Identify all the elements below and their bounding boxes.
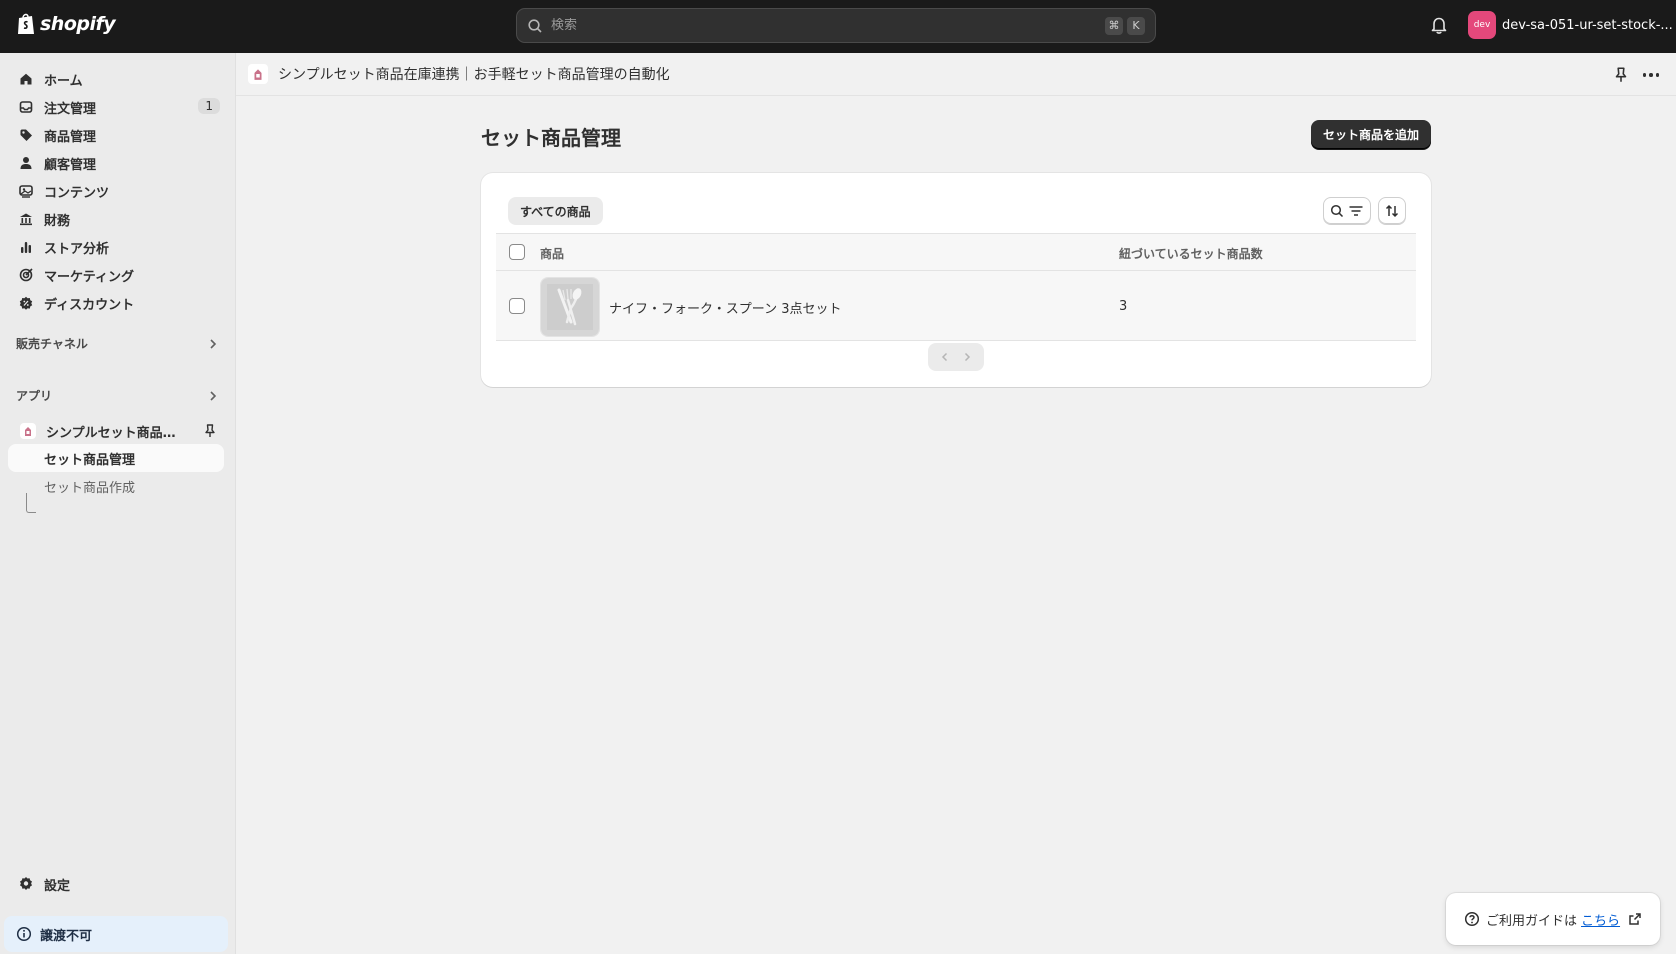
more-actions-button[interactable] [1640,65,1662,85]
store-avatar: dev [1468,11,1496,39]
sidebar: ホーム 注文管理 1 商品管理 顧客管理 コンテンツ 財務 ストア分析 マーケテ… [0,53,236,954]
sidebar-item-settings[interactable]: 設定 [8,871,224,897]
sidebar-item-products[interactable]: 商品管理 [8,122,224,148]
info-icon [16,926,32,942]
person-icon [18,155,34,171]
sidebar-item-discounts[interactable]: ディスカウント [8,290,224,316]
more-dots-icon [1655,73,1660,77]
bell-icon[interactable] [1428,14,1450,36]
product-thumbnail [540,277,600,337]
app-logo-icon [248,64,268,84]
sidebar-item-label: ディスカウント [44,297,135,313]
search-icon [528,18,542,33]
pin-icon[interactable] [202,423,218,439]
shortcut-key-k: K [1127,16,1145,35]
sidebar-item-label: 商品管理 [44,129,97,145]
sales-channels-label[interactable]: 販売チャネル [16,335,88,352]
home-icon [18,71,34,87]
tab-all-products[interactable]: すべての商品 [508,197,603,225]
shopify-logo[interactable]: shopify [16,12,116,36]
sort-icon [1385,204,1399,217]
sidebar-item-label: 顧客管理 [44,157,97,173]
add-set-product-button[interactable]: セット商品を追加 [1311,120,1431,149]
search-icon [1330,204,1344,217]
app-logo-icon [20,423,36,439]
column-header-set-count[interactable]: 紐づいているセット商品数 [1119,245,1263,262]
tag-icon [18,127,34,143]
filter-icon [1349,205,1363,216]
app-name: シンプルセット商品在庫連携｜お手軽セット商品管理の自動化 [46,425,186,441]
select-all-checkbox[interactable] [509,244,525,260]
usage-guide-popover: ご利用ガイドは こちら [1446,893,1660,945]
gear-icon [20,877,32,890]
store-name: dev-sa-051-ur-set-stock-... [1502,17,1673,33]
sidebar-item-customers[interactable]: 顧客管理 [8,150,224,176]
sidebar-sub-item-set-products[interactable]: セット商品管理 [8,444,224,472]
help-icon [1464,911,1480,927]
transfer-label: 譲渡不可 [40,928,93,944]
store-menu[interactable]: dev dev-sa-051-ur-set-stock-... [1468,11,1676,39]
sidebar-item-analytics[interactable]: ストア分析 [8,234,224,260]
brand-name: shopify [40,13,116,35]
image-icon [18,183,34,199]
sidebar-item-home[interactable]: ホーム [8,66,224,92]
app-title-bar: シンプルセット商品在庫連携｜お手軽セット商品管理の自動化 [236,53,1676,96]
more-dots-icon [1642,73,1647,77]
more-dots-icon [1649,73,1653,77]
global-search[interactable]: ⌘ K [516,8,1156,43]
chevron-right-icon[interactable] [206,389,220,403]
sort-button[interactable] [1378,197,1406,224]
bank-icon [18,211,34,227]
external-link-icon[interactable] [1628,912,1642,926]
guide-link[interactable]: こちら [1581,910,1620,929]
discount-icon [18,295,34,311]
apps-label[interactable]: アプリ [16,387,52,404]
chevron-left-icon[interactable] [939,351,951,363]
column-header-product[interactable]: 商品 [540,245,564,262]
target-icon [18,267,34,283]
pin-icon[interactable] [1612,66,1630,84]
search-filter-button[interactable] [1323,197,1371,224]
bar-chart-icon [18,239,34,255]
sidebar-item-label: 注文管理 [44,101,97,117]
pagination [928,343,984,371]
sidebar-item-content[interactable]: コンテンツ [8,178,224,204]
shopify-bag-icon [18,13,34,34]
settings-label: 設定 [44,878,71,894]
set-products-card: すべての商品 商品 紐づいているセット商品数 ナイフ・フォーク・スプーン 3点セ… [481,173,1431,387]
shortcut-key-cmd: ⌘ [1105,16,1123,35]
inbox-icon [18,99,34,115]
sidebar-item-label: ホーム [44,73,83,89]
product-name[interactable]: ナイフ・フォーク・スプーン 3点セット [609,298,842,317]
app-title: シンプルセット商品在庫連携｜お手軽セット商品管理の自動化 [278,67,670,83]
row-checkbox[interactable] [509,298,525,314]
set-count-value: 3 [1119,299,1128,314]
search-input[interactable] [551,18,1101,33]
cutlery-image [541,278,599,336]
transfer-status-banner[interactable]: 譲渡不可 [4,916,228,952]
guide-text: ご利用ガイドは [1486,913,1578,929]
table-header: 商品 紐づいているセット商品数 [496,233,1416,271]
sidebar-item-orders[interactable]: 注文管理 1 [8,94,224,120]
chevron-right-icon[interactable] [206,337,220,351]
chevron-right-icon[interactable] [961,351,973,363]
sidebar-item-finance[interactable]: 財務 [8,206,224,232]
sidebar-sub-item-create-set[interactable]: セット商品作成 [8,472,224,500]
sidebar-item-label: コンテンツ [44,185,110,201]
sidebar-item-label: マーケティング [44,269,134,285]
top-bar: shopify ⌘ K dev dev-sa-051-ur-set-stock-… [0,0,1676,53]
sidebar-app-item[interactable]: シンプルセット商品在庫連携｜お手軽セット商品管理の自動化 [8,418,224,444]
sidebar-item-label: ストア分析 [44,241,110,257]
sidebar-item-label: 財務 [44,213,71,229]
table-row[interactable]: ナイフ・フォーク・スプーン 3点セット 3 [496,271,1416,341]
page-title: セット商品管理 [481,126,621,150]
orders-count-badge: 1 [198,98,220,114]
sidebar-item-marketing[interactable]: マーケティング [8,262,224,288]
